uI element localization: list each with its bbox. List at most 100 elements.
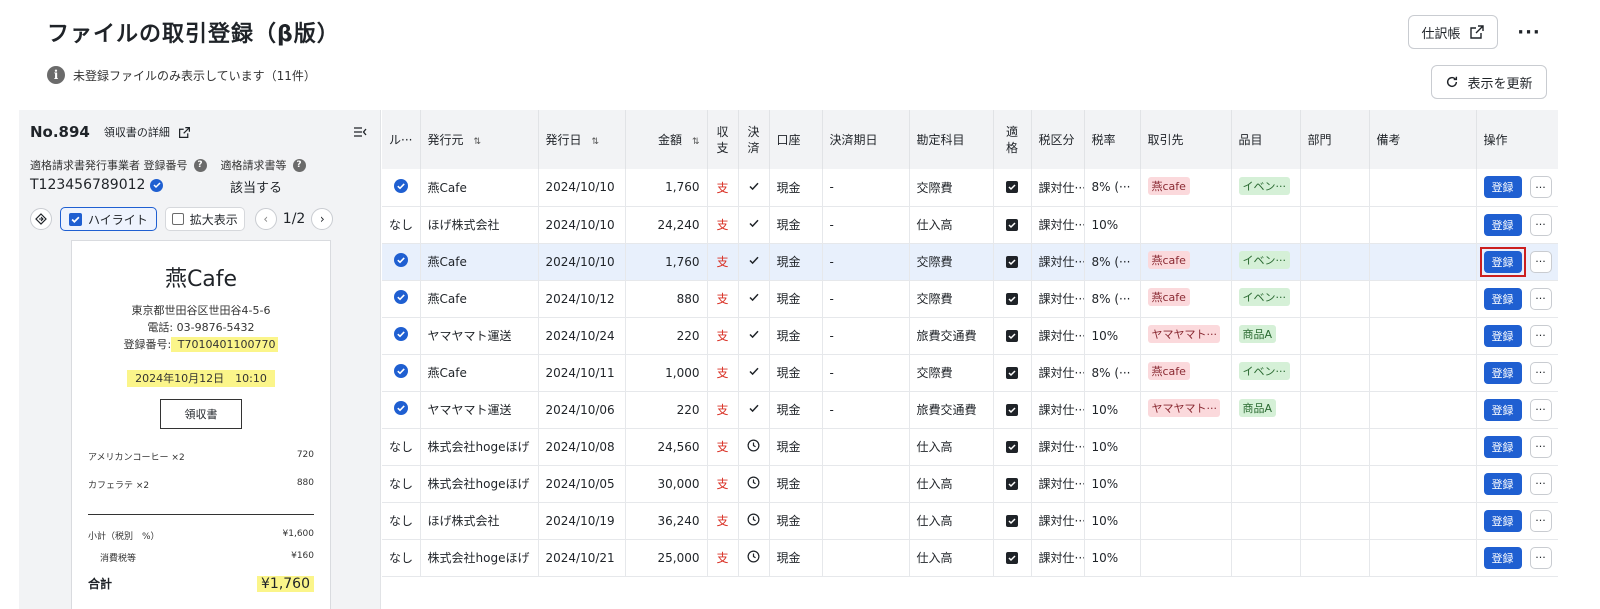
cell-ops: 登録 ··· — [1476, 502, 1558, 540]
journal-button[interactable]: 仕訳帳 — [1408, 15, 1498, 49]
cell-tax-rate: 10% — [1084, 465, 1141, 503]
col-header-tax-class[interactable]: 税区分 — [1031, 110, 1085, 169]
row-more-button[interactable]: ··· — [1529, 472, 1552, 495]
table-row[interactable]: なし ほげ株式会社 2024/10/19 36,240 支現金 仕入高 課対仕··· 10% 登… — [382, 502, 1558, 540]
table-row[interactable]: なし ほげ株式会社 2024/10/10 24,240 支現金 - 仕入高 課対仕··· 10%… — [382, 206, 1558, 244]
cell-io: 支 — [707, 502, 739, 540]
table-row[interactable]: ヤマヤマト運送 2024/10/06 220 支現金 - 旅費交通費 課対仕··· 10% ヤマ… — [382, 391, 1558, 429]
cell-settled — [738, 280, 770, 318]
cell-dept — [1300, 280, 1370, 318]
register-button[interactable]: 登録 — [1483, 324, 1522, 347]
row-more-button[interactable]: ··· — [1529, 398, 1552, 421]
table-row[interactable]: 燕Cafe 2024/10/10 1,760 支現金 - 交際費 課対仕··· 8% (···… — [382, 169, 1558, 207]
refresh-button[interactable]: 表示を更新 — [1431, 65, 1547, 99]
register-button[interactable]: 登録 — [1483, 546, 1522, 569]
col-header-io[interactable]: 収支 — [707, 110, 739, 169]
col-header-tax-rate[interactable]: 税率 — [1084, 110, 1141, 169]
table-row[interactable]: 燕Cafe 2024/10/12 880 支現金 - 交際費 課対仕··· 8% (··· 燕c… — [382, 280, 1558, 318]
row-more-button[interactable]: ··· — [1529, 213, 1552, 236]
row-more-button[interactable]: ··· — [1529, 324, 1552, 347]
qualified-checkbox-icon[interactable] — [1006, 477, 1018, 490]
collapse-panel-icon[interactable] — [353, 126, 367, 138]
row-more-button[interactable]: ··· — [1529, 435, 1552, 458]
rotate-button[interactable] — [30, 208, 52, 230]
help-icon[interactable]: ? — [292, 158, 306, 172]
cell-io: 支 — [707, 317, 739, 355]
help-icon[interactable]: ? — [193, 158, 207, 172]
receipt-date: 2024年10月12日 10:10 — [72, 370, 330, 387]
highlight-toggle[interactable]: ハイライト — [60, 207, 157, 231]
sort-icon[interactable]: ⇅ — [592, 137, 600, 147]
cell-rule — [382, 280, 421, 318]
row-more-button[interactable]: ··· — [1529, 250, 1552, 273]
cell-account: 現金 — [769, 539, 823, 577]
sort-icon[interactable]: ⇅ — [692, 137, 700, 147]
register-button[interactable]: 登録 — [1483, 398, 1522, 421]
table-row[interactable]: なし 株式会社hogeほげ 2024/10/21 25,000 支現金 仕入高 課対仕···… — [382, 539, 1558, 577]
zoom-label: 拡大表示 — [189, 212, 238, 227]
col-header-issuer[interactable]: 発行元 ⇅ — [420, 110, 539, 169]
row-more-button[interactable]: ··· — [1529, 287, 1552, 310]
row-more-button[interactable]: ··· — [1529, 509, 1552, 532]
qualified-checkbox-icon[interactable] — [1006, 403, 1018, 416]
col-header-memo[interactable]: 備考 — [1369, 110, 1477, 169]
col-header-account[interactable]: 口座 — [769, 110, 823, 169]
partner-tag: ヤマヤマト··· — [1147, 399, 1220, 417]
row-more-button[interactable]: ··· — [1529, 546, 1552, 569]
cell-due — [822, 428, 910, 466]
cell-item: イベン··· — [1231, 169, 1301, 207]
qualified-checkbox-icon[interactable] — [1006, 440, 1018, 453]
register-button[interactable]: 登録 — [1483, 435, 1522, 458]
verified-check-icon — [150, 178, 164, 192]
table-row[interactable]: ヤマヤマト運送 2024/10/24 220 支現金 - 旅費交通費 課対仕··· 10% ヤマ… — [382, 317, 1558, 355]
table-row[interactable]: 燕Cafe 2024/10/11 1,000 支現金 - 交際費 課対仕··· 8% (···… — [382, 354, 1558, 392]
document-detail-link[interactable]: 領収書の詳細 — [104, 124, 191, 140]
col-header-dept[interactable]: 部門 — [1300, 110, 1370, 169]
qualified-checkbox-icon[interactable] — [1006, 255, 1018, 268]
qualified-checkbox-icon[interactable] — [1006, 181, 1018, 194]
col-header-subject[interactable]: 勘定科目 — [909, 110, 994, 169]
register-button[interactable]: 登録 — [1483, 472, 1522, 495]
table-row[interactable]: なし 株式会社hogeほげ 2024/10/05 30,000 支現金 仕入高 課対仕···… — [382, 465, 1558, 503]
register-button[interactable]: 登録 — [1483, 176, 1522, 199]
refresh-label: 表示を更新 — [1467, 76, 1533, 92]
col-header-rule[interactable]: ル··· — [382, 110, 421, 169]
register-button[interactable]: 登録 — [1483, 250, 1522, 273]
more-menu-button[interactable]: ··· — [1512, 18, 1546, 46]
col-header-qualified[interactable]: 適格 — [993, 110, 1032, 169]
sort-icon[interactable]: ⇅ — [474, 137, 482, 147]
cell-rule: なし — [382, 428, 421, 466]
col-header-partner[interactable]: 取引先 — [1140, 110, 1232, 169]
qualified-checkbox-icon[interactable] — [1006, 366, 1018, 379]
col-header-date[interactable]: 発行日 ⇅ — [538, 110, 626, 169]
table-row[interactable]: 燕Cafe 2024/10/10 1,760 支現金 - 交際費 課対仕··· 8% (···… — [382, 243, 1558, 281]
cell-partner: ヤマヤマト··· — [1140, 317, 1232, 355]
qualified-checkbox-icon[interactable] — [1006, 514, 1018, 527]
register-button[interactable]: 登録 — [1483, 361, 1522, 384]
qualified-checkbox-icon[interactable] — [1006, 329, 1018, 342]
cell-subject: 仕入高 — [909, 206, 994, 244]
qualified-checkbox-icon[interactable] — [1006, 292, 1018, 305]
cell-dept — [1300, 354, 1370, 392]
receipt-subtotal-value: ¥1,600 — [282, 529, 315, 539]
receipt-total-amount: ¥1,760 — [257, 575, 314, 592]
zoom-toggle[interactable]: 拡大表示 — [164, 207, 245, 231]
cell-amount: 1,760 — [625, 243, 708, 281]
col-header-item[interactable]: 品目 — [1231, 110, 1301, 169]
cell-partner: ヤマヤマト··· — [1140, 391, 1232, 429]
col-header-amount[interactable]: 金額 ⇅ — [625, 110, 708, 169]
row-more-button[interactable]: ··· — [1529, 361, 1552, 384]
next-page-button[interactable]: › — [311, 208, 334, 230]
row-more-button[interactable]: ··· — [1529, 176, 1552, 199]
cell-qualified — [993, 502, 1032, 540]
register-button[interactable]: 登録 — [1483, 287, 1522, 310]
table-row[interactable]: なし 株式会社hogeほげ 2024/10/08 24,560 支現金 仕入高 課対仕···… — [382, 428, 1558, 466]
col-header-settled[interactable]: 決済 — [738, 110, 770, 169]
qualified-checkbox-icon[interactable] — [1006, 218, 1018, 231]
col-header-due[interactable]: 決済期日 — [822, 110, 910, 169]
register-button[interactable]: 登録 — [1483, 509, 1522, 532]
register-button-frame: 登録 — [1480, 358, 1526, 388]
prev-page-button[interactable]: ‹ — [254, 208, 277, 230]
register-button[interactable]: 登録 — [1483, 213, 1522, 236]
qualified-checkbox-icon[interactable] — [1006, 551, 1018, 564]
